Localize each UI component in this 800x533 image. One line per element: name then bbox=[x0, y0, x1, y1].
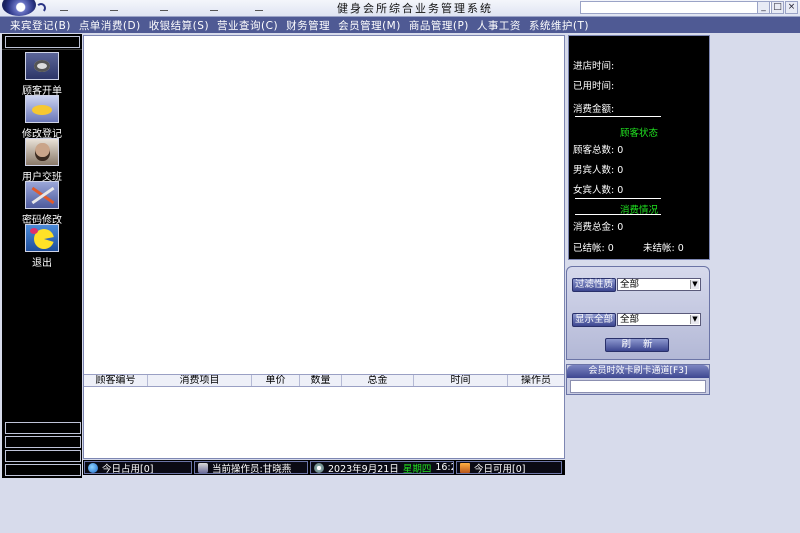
column-header[interactable]: 操作员 bbox=[508, 375, 564, 386]
exit-button[interactable]: 退出 bbox=[2, 224, 82, 269]
show-all-select[interactable]: 全部 ▼ bbox=[617, 313, 701, 326]
female-count-text: 女宾人数: 0 bbox=[573, 185, 624, 196]
sidebar-top-field bbox=[5, 36, 80, 48]
show-all-value: 全部 bbox=[620, 314, 640, 325]
customer-status-header: 顾客状态 bbox=[619, 128, 658, 139]
title-decoration bbox=[255, 10, 263, 11]
male-count-text: 男宾人数: 0 bbox=[573, 165, 624, 176]
column-header[interactable]: 顾客编号 bbox=[84, 375, 148, 386]
consumption-total-text: 消费总金: 0 bbox=[573, 222, 624, 233]
filter-gender-value: 全部 bbox=[620, 279, 640, 290]
menu-checkout[interactable]: 收银结算(S) bbox=[149, 18, 209, 33]
menu-member[interactable]: 会员管理(M) bbox=[338, 18, 401, 33]
title-decoration bbox=[60, 10, 68, 11]
menu-product[interactable]: 商品管理(P) bbox=[409, 18, 469, 33]
divider bbox=[575, 198, 661, 199]
window-title: 健身会所综合业务管理系统 bbox=[337, 2, 493, 15]
settled-text: 已结帐: 0 bbox=[573, 243, 614, 254]
filter-panel: 过滤性质 全部 ▼ 显示全部 全部 ▼ 刷 新 bbox=[566, 266, 710, 360]
filter-gender-button[interactable]: 过滤性质 bbox=[572, 278, 616, 292]
chevron-down-icon: ▼ bbox=[690, 280, 699, 289]
sidebar-slot bbox=[5, 436, 81, 448]
unsettled-text: 未结帐: 0 bbox=[643, 243, 684, 254]
column-header[interactable]: 总金 bbox=[342, 375, 414, 386]
menu-hr-salary[interactable]: 人事工资 bbox=[477, 18, 521, 33]
title-bar: 健身会所综合业务管理系统 _ □ × bbox=[0, 0, 800, 17]
column-header[interactable]: 单价 bbox=[252, 375, 300, 386]
column-header[interactable]: 数量 bbox=[300, 375, 342, 386]
minimize-button[interactable]: _ bbox=[757, 1, 770, 14]
menu-business-query[interactable]: 营业查询(C) bbox=[217, 18, 278, 33]
maximize-button[interactable]: □ bbox=[771, 1, 784, 14]
status-today-available: 今日可用[0] bbox=[456, 461, 562, 474]
sidebar-slot bbox=[5, 464, 81, 476]
sidebar-slot bbox=[5, 450, 81, 462]
today-available-text: 今日可用[0] bbox=[474, 463, 526, 474]
time-text: 16:29 bbox=[435, 462, 453, 473]
title-field bbox=[580, 1, 780, 14]
menu-finance[interactable]: 财务管理 bbox=[286, 18, 330, 33]
status-operator: 当前操作员:甘晓燕 bbox=[194, 461, 308, 474]
today-occupied-text: 今日占用[0] bbox=[102, 463, 154, 474]
consume-amount-label: 消费金额: bbox=[573, 104, 615, 115]
info-panel: 进店时间: 已用时间: 消费金额: 顾客状态 顾客总数: 0 男宾人数: 0 女… bbox=[568, 35, 710, 260]
current-operator-text: 当前操作员:甘晓燕 bbox=[212, 463, 292, 474]
status-bar: 今日占用[0] 当前操作员:甘晓燕 2023年9月21日 星期四 16:29 今… bbox=[83, 460, 565, 475]
title-decoration bbox=[160, 10, 168, 11]
total-customers-text: 顾客总数: 0 bbox=[573, 145, 624, 156]
status-today-occupied: 今日占用[0] bbox=[84, 461, 192, 474]
password-change-button[interactable]: 密码修改 bbox=[2, 181, 82, 226]
member-card-channel-label: 会员时效卡刷卡通道[F3] bbox=[567, 365, 709, 378]
status-datetime: 2023年9月21日 星期四 16:29 bbox=[310, 461, 454, 474]
column-header[interactable]: 时间 bbox=[414, 375, 508, 386]
menu-bar: 来宾登记(B) 点单消费(D) 收银结算(S) 营业查询(C) 财务管理 会员管… bbox=[0, 17, 800, 33]
sidebar-slot bbox=[5, 422, 81, 434]
title-decoration bbox=[110, 10, 118, 11]
left-sidebar: 顾客开单 修改登记 用户交班 密码修改 退出 bbox=[2, 34, 82, 478]
title-decoration bbox=[210, 10, 218, 11]
member-card-input[interactable] bbox=[570, 380, 706, 393]
refresh-button[interactable]: 刷 新 bbox=[605, 338, 669, 352]
open-order-button[interactable]: 顾客开单 bbox=[2, 52, 82, 97]
exit-icon bbox=[25, 224, 59, 252]
main-content-area[interactable]: 顾客编号 消费项目 单价 数量 总金 时间 操作员 bbox=[83, 35, 565, 459]
user-handover-icon bbox=[25, 138, 59, 166]
weekday-text: 星期四 bbox=[402, 463, 432, 474]
divider bbox=[575, 214, 661, 215]
divider bbox=[575, 116, 661, 117]
password-change-icon bbox=[25, 181, 59, 209]
show-all-button[interactable]: 显示全部 bbox=[572, 313, 616, 327]
globe-icon bbox=[88, 462, 98, 473]
exit-label: 退出 bbox=[32, 258, 52, 269]
app-logo-icon bbox=[2, 0, 36, 16]
enter-time-label: 进店时间: bbox=[573, 61, 615, 72]
menu-system[interactable]: 系统维护(T) bbox=[529, 18, 589, 33]
date-text: 2023年9月21日 bbox=[328, 463, 399, 474]
swirl-decoration-icon bbox=[36, 3, 46, 13]
member-card-channel: 会员时效卡刷卡通道[F3] bbox=[566, 364, 710, 395]
used-time-label: 已用时间: bbox=[573, 81, 615, 92]
modify-registration-button[interactable]: 修改登记 bbox=[2, 95, 82, 140]
chevron-down-icon: ▼ bbox=[690, 315, 699, 324]
operator-icon bbox=[198, 462, 208, 473]
consumption-table-header: 顾客编号 消费项目 单价 数量 总金 时间 操作员 bbox=[84, 374, 564, 387]
column-header[interactable]: 消费项目 bbox=[148, 375, 252, 386]
house-icon bbox=[460, 462, 470, 473]
clock-icon bbox=[314, 462, 324, 473]
divider bbox=[2, 49, 82, 50]
close-button[interactable]: × bbox=[785, 1, 798, 14]
menu-guest-registration[interactable]: 来宾登记(B) bbox=[10, 18, 71, 33]
open-order-icon bbox=[25, 52, 59, 80]
modify-registration-icon bbox=[25, 95, 59, 123]
menu-order-consumption[interactable]: 点单消费(D) bbox=[79, 18, 141, 33]
filter-gender-select[interactable]: 全部 ▼ bbox=[617, 278, 701, 291]
user-handover-button[interactable]: 用户交班 bbox=[2, 138, 82, 183]
